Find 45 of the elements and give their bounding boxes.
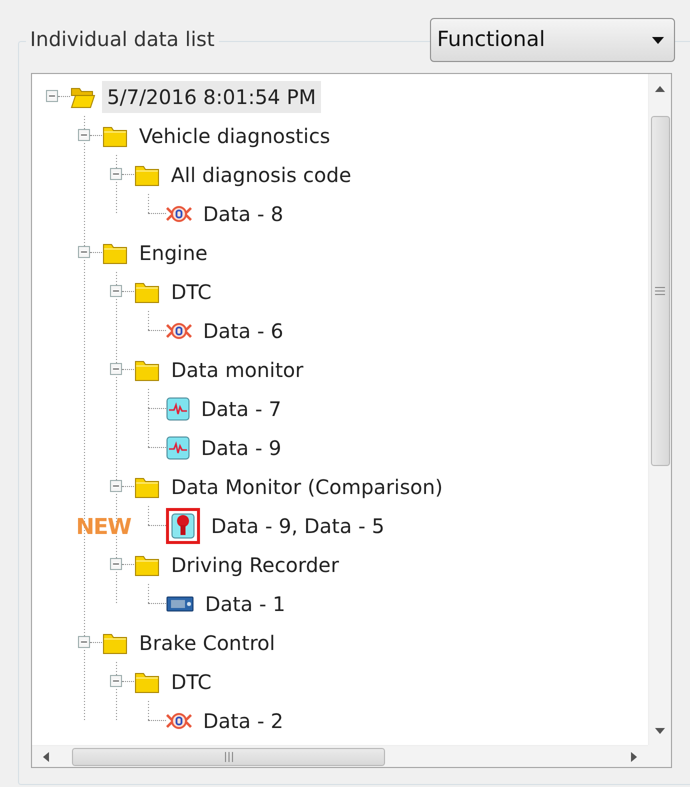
collapse-icon[interactable] <box>78 246 90 258</box>
scroll-thumb[interactable] <box>72 748 385 766</box>
tree-folder-item[interactable]: Data monitor <box>166 354 308 386</box>
up-arrow-icon <box>655 86 665 92</box>
collapse-icon[interactable] <box>110 675 122 687</box>
collapse-icon[interactable] <box>78 129 90 141</box>
tree-data-item[interactable]: Data - 7 <box>196 392 286 424</box>
tree-data-item[interactable]: Data - 8 <box>198 198 288 230</box>
view-dropdown[interactable]: Functional <box>430 18 675 62</box>
tree-folder-item[interactable]: Driving Recorder <box>166 548 344 580</box>
right-arrow-icon <box>631 752 637 762</box>
caret-icon <box>652 36 664 44</box>
tree-folder-item[interactable]: All diagnosis code <box>166 158 356 190</box>
collapse-icon[interactable] <box>110 480 122 492</box>
waveform-icon <box>166 396 190 420</box>
tree-data-item[interactable]: Data - 9, Data - 5 <box>206 510 390 542</box>
tree-data-item[interactable]: Data - 1 <box>200 588 290 620</box>
tree-data-item[interactable]: Data - 9 <box>196 432 286 464</box>
recorder-icon <box>166 596 194 612</box>
collapse-icon[interactable] <box>110 168 122 180</box>
tree-folder-item[interactable]: DTC <box>166 666 216 698</box>
horizontal-scrollbar[interactable] <box>32 745 648 767</box>
tree-folder-item[interactable]: Brake Control <box>134 626 280 658</box>
collapse-icon[interactable] <box>110 558 122 570</box>
collapse-icon[interactable] <box>110 363 122 375</box>
connector-icon <box>166 712 192 730</box>
down-arrow-icon <box>655 728 665 734</box>
tree-data-item[interactable]: Data - 6 <box>198 314 288 346</box>
new-label: NEW <box>76 514 131 542</box>
tree-folder-item[interactable]: Engine <box>134 236 213 268</box>
probe-icon <box>171 512 195 538</box>
collapse-icon[interactable] <box>78 636 90 648</box>
tree-folder-item[interactable]: Vehicle diagnostics <box>134 120 336 152</box>
left-arrow-icon <box>43 752 49 762</box>
connector-icon <box>166 322 192 340</box>
waveform-icon <box>166 436 190 460</box>
tree-folder-item[interactable]: DTC <box>166 276 216 308</box>
connector-icon <box>166 204 192 222</box>
vertical-scrollbar[interactable] <box>648 74 671 745</box>
collapse-icon[interactable] <box>110 285 122 297</box>
scroll-thumb[interactable] <box>650 116 670 466</box>
collapse-icon[interactable] <box>46 90 58 102</box>
tree-folder-item[interactable]: Data Monitor (Comparison) <box>166 470 448 502</box>
tree-folder-item[interactable]: 5/7/2016 8:01:54 PM <box>102 80 321 112</box>
tree-data-item[interactable]: Data - 2 <box>198 704 288 736</box>
